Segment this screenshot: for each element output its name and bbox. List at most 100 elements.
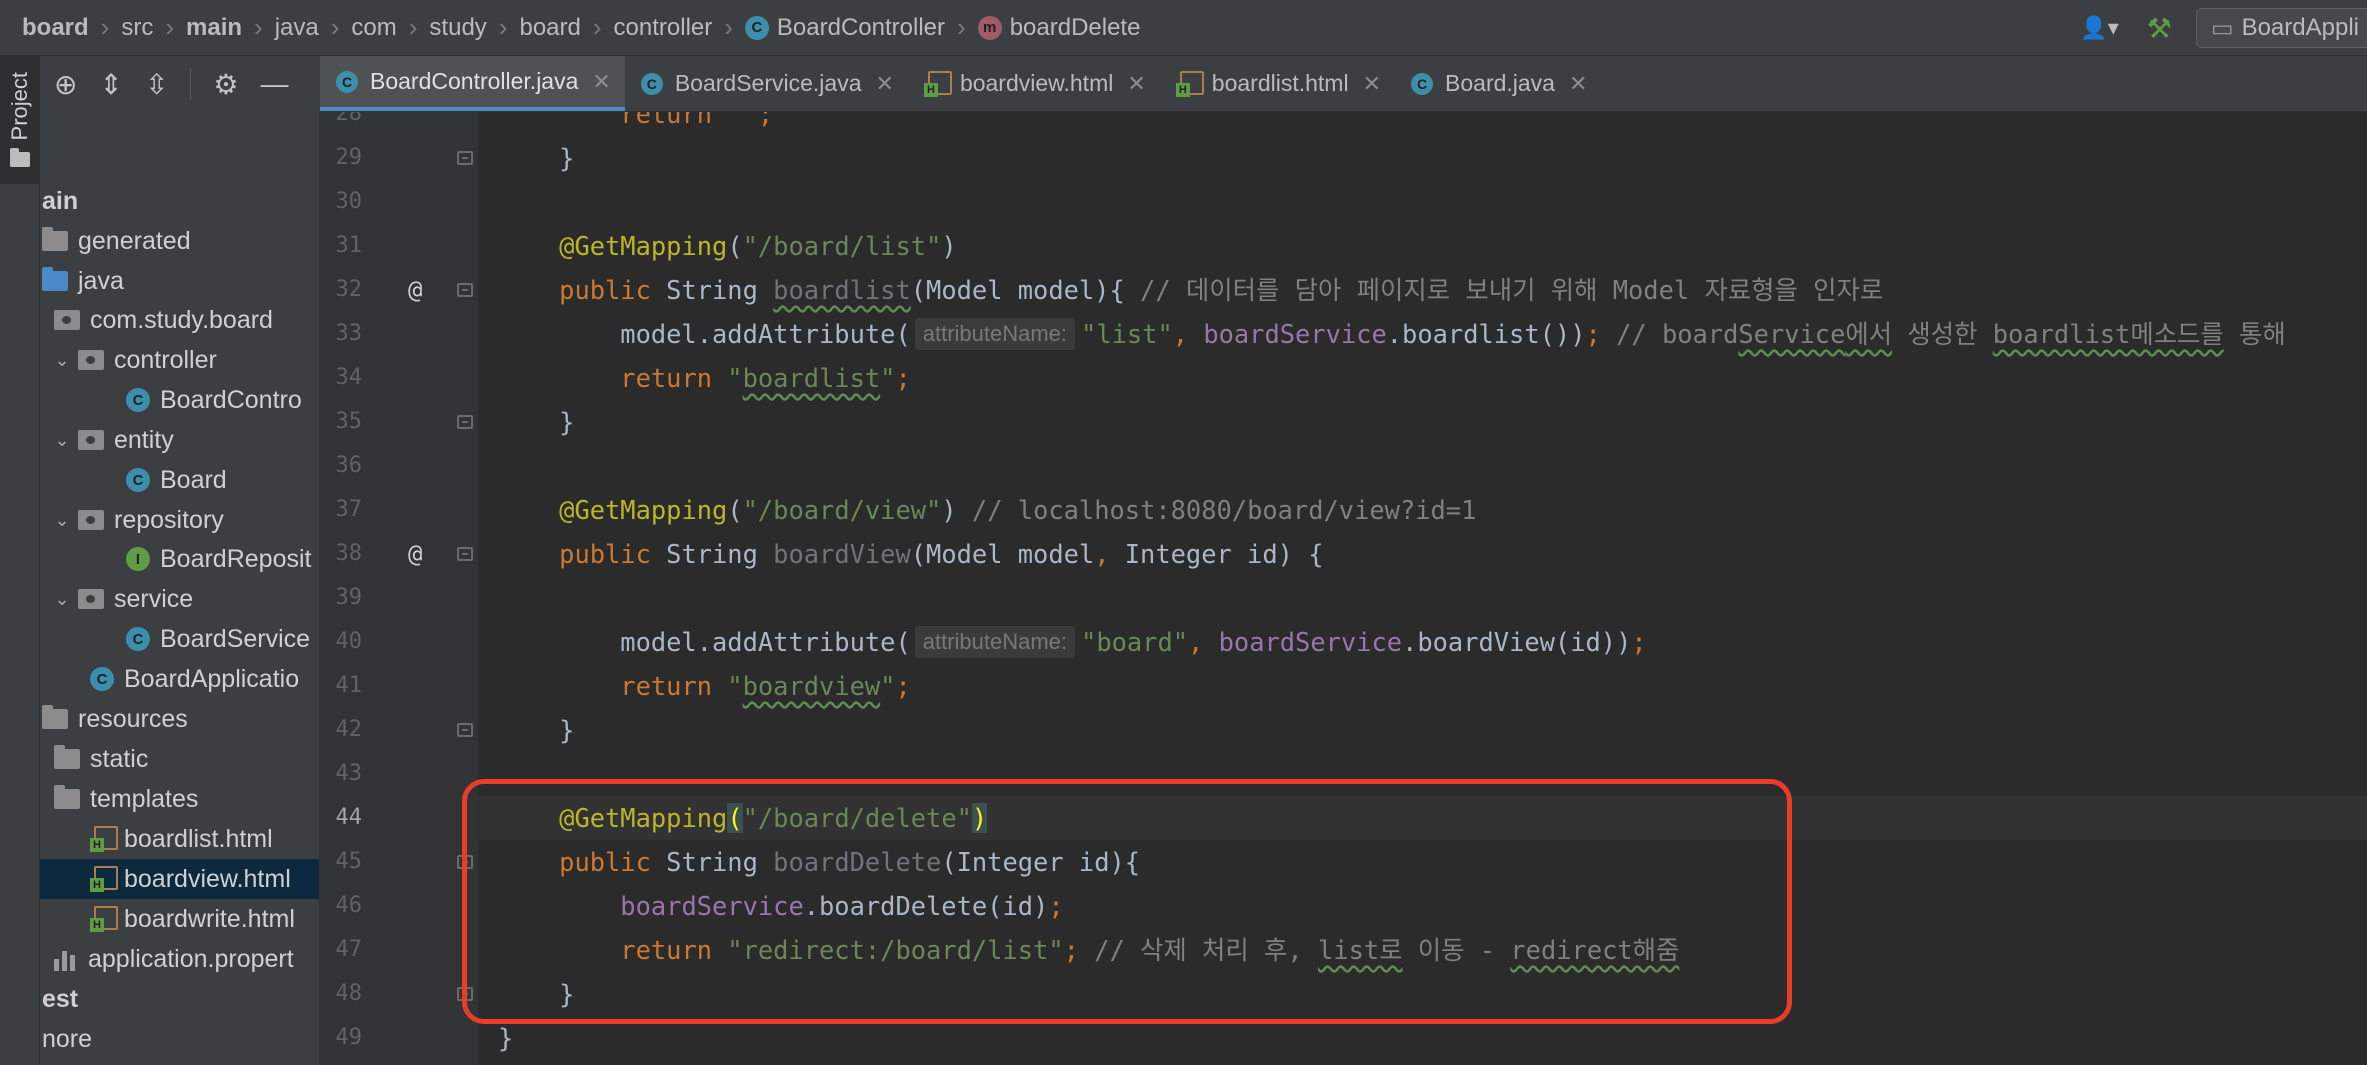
- tree-item[interactable]: C BoardContro: [40, 380, 319, 420]
- build-button[interactable]: ⚒: [2133, 0, 2186, 56]
- code-line: }: [478, 1016, 513, 1060]
- fold-marker-icon[interactable]: [457, 415, 473, 429]
- breadcrumb-item[interactable]: study: [429, 14, 486, 42]
- html-file-icon: [90, 826, 118, 852]
- code-token: Integer id) {: [1109, 539, 1324, 569]
- breadcrumb-item[interactable]: main: [186, 14, 242, 42]
- tree-item[interactable]: ⌄ repository: [40, 500, 319, 540]
- tree-item[interactable]: java: [40, 261, 319, 301]
- code-token: // 데이터를 담아 페이지로 보내기 위해 Model 자료형을 인자로: [1140, 275, 1884, 305]
- run-configuration-selector[interactable]: ▭ BoardAppli: [2195, 8, 2367, 48]
- tree-item[interactable]: C BoardApplicatio: [40, 659, 319, 699]
- run-config-icon: ▭: [2210, 14, 2234, 42]
- editor-tab-label: boardlist.html: [1211, 70, 1349, 96]
- code-line: }: [478, 708, 574, 752]
- tree-item-label: boardview.html: [124, 864, 291, 893]
- close-icon[interactable]: ✕: [592, 69, 610, 95]
- hide-panel-icon[interactable]: —: [261, 68, 289, 100]
- project-tool-window-tab[interactable]: Project: [0, 56, 40, 184]
- close-icon[interactable]: ✕: [1127, 71, 1145, 97]
- select-opened-file-icon[interactable]: ⊕: [54, 68, 77, 101]
- chevron-down-icon[interactable]: ⌄: [54, 430, 70, 451]
- breadcrumb-item[interactable]: m boardDelete: [977, 14, 1140, 42]
- code-token: (: [727, 495, 743, 525]
- html-file-icon: [923, 70, 952, 97]
- code-token: boardService: [1218, 627, 1403, 657]
- chevron-down-icon[interactable]: ⌄: [54, 589, 70, 610]
- tree-item[interactable]: est: [40, 979, 319, 1019]
- breadcrumb-item[interactable]: C BoardController: [744, 14, 945, 42]
- breadcrumb-item[interactable]: controller: [614, 14, 713, 42]
- user-menu-button[interactable]: 👤▾: [2066, 0, 2132, 56]
- editor-tab[interactable]: C BoardController.java ✕: [320, 56, 625, 111]
- line-number: 49: [335, 1025, 363, 1050]
- collapse-all-icon[interactable]: ⇳: [145, 68, 168, 101]
- fold-marker-icon[interactable]: [457, 987, 473, 1001]
- code-line: public String boardView(Model model, Int…: [478, 532, 1324, 576]
- class-icon: C: [126, 627, 150, 651]
- fold-marker-icon[interactable]: [457, 547, 473, 561]
- breadcrumb-separator-icon: ›: [957, 12, 966, 42]
- code-token: list로: [1318, 935, 1403, 965]
- code-token: }: [498, 1023, 514, 1053]
- fold-marker-icon[interactable]: [457, 855, 473, 869]
- close-icon[interactable]: ✕: [1363, 71, 1381, 97]
- fold-marker-icon[interactable]: [457, 151, 473, 165]
- tree-item[interactable]: boardwrite.html: [40, 899, 319, 939]
- tree-item[interactable]: boardview.html: [40, 859, 319, 899]
- folder-icon: [10, 148, 30, 168]
- breadcrumb-item[interactable]: com: [351, 14, 396, 42]
- tree-item[interactable]: application.propert: [40, 939, 319, 979]
- code-editor[interactable]: 28 29 30 31 32 @33 34 35 36 37 38 @39 40 41 42 43 44 45 46…: [320, 112, 2367, 1065]
- editor-tab[interactable]: C BoardService.java ✕: [625, 56, 908, 111]
- breadcrumb-label: board: [22, 13, 89, 41]
- code-token: 에서: [1845, 319, 1893, 349]
- tree-item[interactable]: boardlist.html: [40, 819, 319, 859]
- close-icon[interactable]: ✕: [1569, 71, 1587, 97]
- fold-marker-icon[interactable]: [457, 283, 473, 297]
- breadcrumb-separator-icon: ›: [165, 12, 175, 42]
- tree-item[interactable]: ⌄ controller: [40, 340, 319, 380]
- request-mapping-gutter-icon[interactable]: @: [408, 532, 422, 576]
- request-mapping-gutter-icon[interactable]: @: [408, 268, 422, 312]
- code-token: }: [498, 143, 575, 173]
- code-token: // localhost:8080/board/view?id=1: [971, 495, 1477, 525]
- breadcrumb-label: src: [121, 13, 154, 41]
- editor-tab[interactable]: boardlist.html ✕: [1160, 56, 1395, 111]
- close-icon[interactable]: ✕: [876, 71, 894, 97]
- editor-tab[interactable]: C Board.java ✕: [1395, 56, 1601, 111]
- tree-item[interactable]: C Board: [40, 460, 319, 500]
- breadcrumb-separator-icon: ›: [724, 12, 733, 42]
- tree-item-label: service: [114, 584, 194, 613]
- tree-item[interactable]: ain: [40, 181, 319, 221]
- tree-item[interactable]: C BoardService: [40, 619, 319, 659]
- html-file-icon: [90, 866, 118, 892]
- editor-tab[interactable]: boardview.html ✕: [908, 56, 1160, 111]
- tree-item[interactable]: I BoardReposit: [40, 539, 319, 579]
- chevron-down-icon[interactable]: ⌄: [54, 510, 70, 531]
- breadcrumb-item[interactable]: src: [121, 14, 153, 42]
- code-token: ): [971, 803, 988, 833]
- tree-item[interactable]: ⌄ service: [40, 579, 319, 619]
- tree-item[interactable]: nore: [40, 1019, 319, 1059]
- fold-marker-icon[interactable]: [457, 723, 473, 737]
- tree-item[interactable]: static: [40, 739, 319, 779]
- tree-item[interactable]: generated: [40, 221, 319, 261]
- expand-all-icon[interactable]: ⇕: [99, 68, 122, 101]
- tree-item[interactable]: ⌄ entity: [40, 420, 319, 460]
- gear-icon[interactable]: ⚙: [213, 68, 238, 101]
- tree-item[interactable]: resources: [40, 699, 319, 739]
- tree-item[interactable]: com.study.board: [40, 300, 319, 340]
- code-token: // board: [1600, 319, 1739, 349]
- chevron-down-icon[interactable]: ⌄: [54, 350, 70, 371]
- breadcrumb-item[interactable]: java: [275, 14, 319, 42]
- tree-item[interactable]: templates: [40, 779, 319, 819]
- editor-tab-label: BoardController.java: [370, 68, 579, 94]
- breadcrumb-item[interactable]: board: [22, 14, 89, 42]
- breadcrumb-item[interactable]: board: [519, 14, 580, 42]
